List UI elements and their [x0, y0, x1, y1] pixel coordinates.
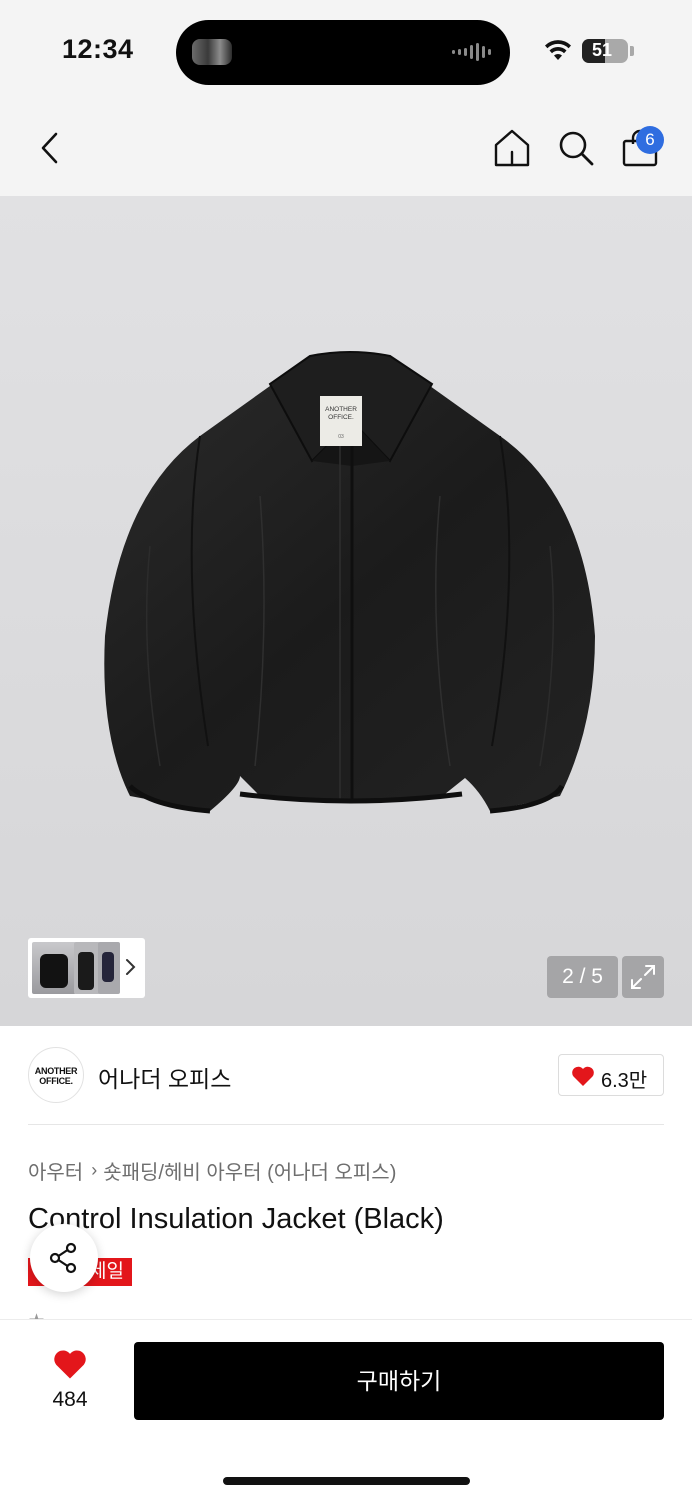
battery-nub	[630, 46, 634, 56]
image-thumbnail-strip[interactable]	[28, 938, 145, 998]
brand-logo[interactable]: ANOTHER OFFICE.	[28, 1047, 84, 1103]
product-image-jacket[interactable]: ANOTHER OFFICE. 03	[90, 346, 610, 866]
expand-button[interactable]	[622, 956, 664, 998]
chevron-right-icon[interactable]	[124, 956, 138, 978]
home-icon[interactable]	[492, 128, 532, 168]
divider	[28, 1124, 664, 1125]
thumbnail-2[interactable]	[74, 942, 100, 994]
product-image-gallery[interactable]: ANOTHER OFFICE. 03 2 / 5	[0, 196, 692, 1026]
thumbnail-1[interactable]	[32, 942, 76, 994]
wifi-icon	[545, 40, 571, 60]
image-counter: 2 / 5	[547, 956, 618, 998]
brand-logo-line2: OFFICE.	[39, 1076, 73, 1086]
now-playing-artwork	[192, 39, 232, 65]
share-icon	[49, 1242, 77, 1274]
bottom-action-bar: 484 구매하기	[0, 1319, 692, 1500]
status-time: 12:34	[62, 34, 134, 64]
app-header	[0, 100, 692, 196]
search-icon[interactable]	[556, 128, 596, 168]
status-bar: 12:34 51	[0, 0, 692, 100]
breadcrumb-item-outer[interactable]: 아우터	[28, 1156, 83, 1185]
expand-icon	[631, 965, 655, 989]
chevron-right-icon: ›	[91, 1160, 98, 1180]
brand-like-count: 6.3만	[601, 1070, 648, 1092]
battery-indicator: 51	[582, 39, 628, 63]
svg-text:ANOTHER: ANOTHER	[325, 406, 357, 413]
wishlist-heart-icon[interactable]	[52, 1348, 88, 1380]
share-button[interactable]	[30, 1224, 98, 1292]
thumbnail-3[interactable]	[98, 942, 120, 994]
cart-count-badge[interactable]: 6	[636, 126, 664, 154]
wishlist-count: 484	[52, 1388, 88, 1411]
dynamic-island[interactable]	[176, 20, 510, 85]
battery-percent: 51	[591, 40, 613, 60]
product-title: Control Insulation Jacket (Black)	[28, 1203, 444, 1235]
brand-logo-line1: ANOTHER	[34, 1066, 78, 1076]
svg-text:OFFICE.: OFFICE.	[328, 414, 354, 421]
audio-wave-icon	[452, 43, 491, 61]
buy-button[interactable]: 구매하기	[134, 1342, 664, 1420]
heart-icon	[572, 1066, 594, 1086]
brand-name[interactable]: 어나더 오피스	[98, 1060, 231, 1094]
chevron-left-icon[interactable]	[30, 128, 70, 168]
breadcrumb: 아우터 › 숏패딩/헤비 아우터 (어나더 오피스)	[28, 1156, 396, 1185]
brand-like-button[interactable]: 6.3만	[558, 1054, 664, 1096]
svg-text:03: 03	[338, 434, 344, 440]
home-indicator[interactable]	[223, 1477, 470, 1485]
breadcrumb-item-category[interactable]: 숏패딩/헤비 아우터 (어나더 오피스)	[103, 1156, 396, 1185]
